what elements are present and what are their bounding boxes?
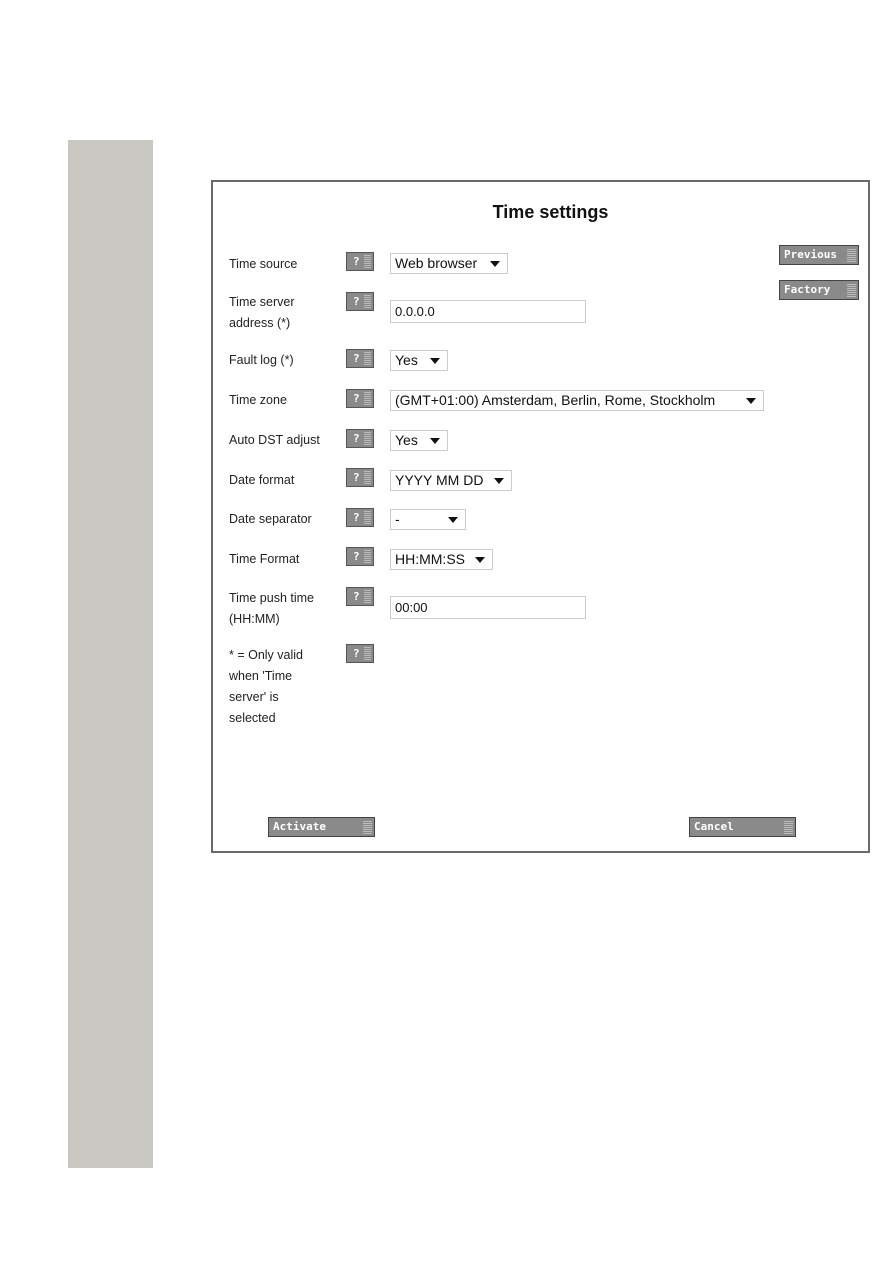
cancel-button[interactable]: Cancel bbox=[689, 817, 796, 837]
label-time-push-time: Time push time (HH:MM) bbox=[229, 591, 314, 626]
help-button-note[interactable]: ? bbox=[346, 644, 374, 663]
help-button-time-server[interactable]: ? bbox=[346, 292, 374, 311]
selected-value: YYYY MM DD bbox=[395, 472, 484, 488]
label-auto-dst: Auto DST adjust bbox=[229, 433, 320, 447]
selected-value: - bbox=[395, 511, 400, 527]
help-button-date-separator[interactable]: ? bbox=[346, 508, 374, 527]
date-separator-select[interactable]: - bbox=[390, 509, 466, 530]
fault-log-select[interactable]: Yes bbox=[390, 350, 448, 371]
time-settings-panel: Time settings Time source ? Web browser … bbox=[211, 180, 870, 853]
dropdown-arrow-icon bbox=[430, 358, 440, 364]
label-date-separator: Date separator bbox=[229, 512, 312, 526]
dropdown-arrow-icon bbox=[475, 557, 485, 563]
activate-button[interactable]: Activate bbox=[268, 817, 375, 837]
label-fault-log: Fault log (*) bbox=[229, 353, 294, 367]
dropdown-arrow-icon bbox=[448, 517, 458, 523]
label-time-source: Time source bbox=[229, 257, 298, 271]
previous-button[interactable]: Previous bbox=[779, 245, 859, 265]
date-format-select[interactable]: YYYY MM DD bbox=[390, 470, 512, 491]
auto-dst-select[interactable]: Yes bbox=[390, 430, 448, 451]
dropdown-arrow-icon bbox=[430, 438, 440, 444]
selected-value: Yes bbox=[395, 432, 418, 448]
help-button-date-format[interactable]: ? bbox=[346, 468, 374, 487]
help-icon: ? bbox=[353, 511, 360, 524]
selected-value: Web browser bbox=[395, 255, 478, 271]
help-icon: ? bbox=[353, 255, 360, 268]
label-date-format: Date format bbox=[229, 473, 295, 487]
dropdown-arrow-icon bbox=[490, 261, 500, 267]
selected-value: (GMT+01:00) Amsterdam, Berlin, Rome, Sto… bbox=[395, 392, 716, 408]
button-label: Previous bbox=[784, 248, 837, 261]
help-button-time-push[interactable]: ? bbox=[346, 587, 374, 606]
button-label: Cancel bbox=[694, 820, 734, 833]
help-icon: ? bbox=[353, 647, 360, 660]
button-label: Activate bbox=[273, 820, 326, 833]
help-icon: ? bbox=[353, 295, 360, 308]
help-icon: ? bbox=[353, 590, 360, 603]
help-button-auto-dst[interactable]: ? bbox=[346, 429, 374, 448]
time-server-address-input[interactable]: 0.0.0.0 bbox=[390, 300, 586, 323]
factory-button[interactable]: Factory bbox=[779, 280, 859, 300]
help-icon: ? bbox=[353, 392, 360, 405]
help-icon: ? bbox=[353, 432, 360, 445]
help-button-time-source[interactable]: ? bbox=[346, 252, 374, 271]
help-icon: ? bbox=[353, 352, 360, 365]
help-icon: ? bbox=[353, 471, 360, 484]
label-time-zone: Time zone bbox=[229, 393, 287, 407]
help-button-fault-log[interactable]: ? bbox=[346, 349, 374, 368]
page-title: Time settings bbox=[492, 202, 609, 222]
time-zone-select[interactable]: (GMT+01:00) Amsterdam, Berlin, Rome, Sto… bbox=[390, 390, 764, 411]
label-time-server-address: Time server address (*) bbox=[229, 295, 295, 330]
button-label: Factory bbox=[784, 283, 831, 296]
help-button-time-zone[interactable]: ? bbox=[346, 389, 374, 408]
dropdown-arrow-icon bbox=[746, 398, 756, 404]
selected-value: HH:MM:SS bbox=[395, 551, 465, 567]
left-sidebar bbox=[68, 140, 153, 1168]
time-format-select[interactable]: HH:MM:SS bbox=[390, 549, 493, 570]
help-button-time-format[interactable]: ? bbox=[346, 547, 374, 566]
note-text: * = Only valid when 'Time server' is sel… bbox=[229, 648, 303, 725]
selected-value: Yes bbox=[395, 352, 418, 368]
help-icon: ? bbox=[353, 550, 360, 563]
dropdown-arrow-icon bbox=[494, 478, 504, 484]
time-push-time-input[interactable]: 00:00 bbox=[390, 596, 586, 619]
label-time-format: Time Format bbox=[229, 552, 300, 566]
time-source-select[interactable]: Web browser bbox=[390, 253, 508, 274]
